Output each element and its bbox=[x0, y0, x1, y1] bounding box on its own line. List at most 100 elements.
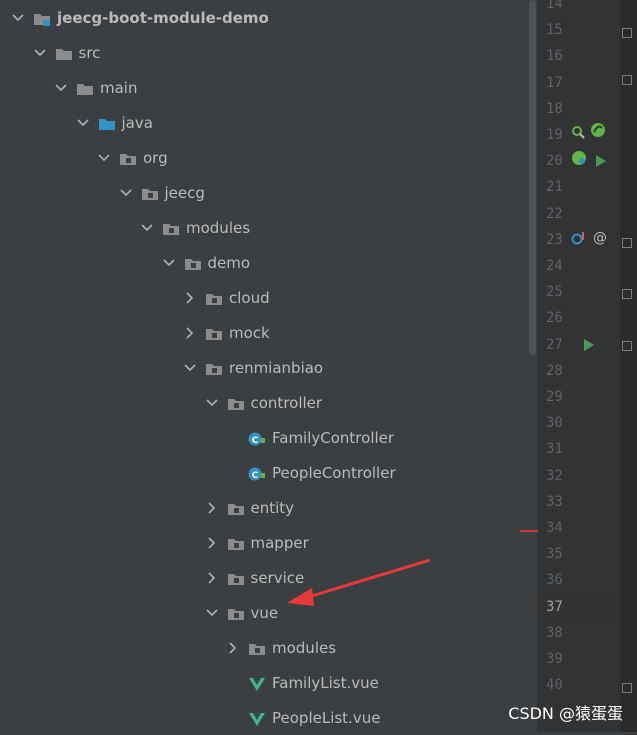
chevron-right-icon[interactable] bbox=[206, 501, 218, 514]
svg-text:C: C bbox=[252, 436, 259, 446]
line-number: 15 bbox=[546, 22, 563, 39]
line-number: 20 bbox=[546, 153, 563, 170]
package-folder-icon bbox=[205, 291, 223, 305]
line-number: 28 bbox=[546, 362, 563, 379]
run-icon[interactable] bbox=[583, 336, 595, 355]
line-number: 35 bbox=[546, 546, 563, 563]
fold-marker-icon[interactable] bbox=[622, 28, 632, 38]
line-number: 16 bbox=[546, 48, 563, 65]
tree-row-label: service bbox=[250, 568, 305, 587]
chevron-right-icon[interactable] bbox=[206, 536, 218, 549]
line-number: 40 bbox=[546, 677, 563, 694]
implements-icon[interactable] bbox=[571, 230, 587, 250]
line-number: 22 bbox=[546, 205, 563, 222]
line-number: 39 bbox=[546, 651, 563, 667]
line-number: 29 bbox=[546, 389, 563, 405]
chevron-down-icon[interactable] bbox=[205, 607, 218, 619]
run-icon[interactable] bbox=[595, 152, 607, 171]
fold-marker-icon[interactable] bbox=[622, 238, 632, 248]
tree-row-label: renmianbiao bbox=[229, 358, 324, 377]
line-number: 27 bbox=[546, 336, 563, 353]
java-class-icon: C bbox=[248, 466, 266, 481]
tree-row-label: src bbox=[78, 43, 101, 62]
tree-row-label: java bbox=[121, 113, 153, 132]
package-folder-icon bbox=[162, 221, 180, 235]
chevron-down-icon[interactable] bbox=[162, 257, 175, 269]
tree-row-label: org bbox=[143, 148, 168, 167]
tree-row-label: PeopleController bbox=[272, 463, 396, 482]
chevron-right-icon[interactable] bbox=[206, 571, 218, 584]
line-number: 37 bbox=[546, 598, 563, 615]
line-number: 26 bbox=[546, 310, 563, 327]
project-tree-panel: jeecg-boot-module-demo src main java org jeec… bbox=[0, 0, 527, 732]
chevron-down-icon[interactable] bbox=[98, 152, 110, 164]
chevron-down-icon[interactable] bbox=[141, 222, 153, 234]
line-number: 24 bbox=[546, 258, 563, 274]
line-number: 19 bbox=[546, 127, 563, 143]
spring-bean-icon[interactable] bbox=[590, 122, 606, 142]
tree-row-label: vue bbox=[250, 603, 279, 622]
fold-marker-icon[interactable] bbox=[622, 341, 632, 351]
tree-row-label: main bbox=[100, 78, 138, 97]
chevron-down-icon[interactable] bbox=[55, 82, 67, 94]
tree-row-label: FamilyList.vue bbox=[272, 673, 379, 692]
tree-row-label: FamilyController bbox=[272, 428, 395, 447]
line-number: 36 bbox=[546, 572, 563, 589]
line-number: 17 bbox=[546, 74, 563, 91]
fold-marker-icon[interactable] bbox=[622, 75, 632, 85]
package-folder-icon bbox=[141, 186, 159, 200]
tree-scrollbar-thumb[interactable] bbox=[529, 0, 536, 355]
line-number: 25 bbox=[546, 284, 563, 301]
inspect-bean-icon[interactable] bbox=[571, 124, 585, 143]
package-folder-icon bbox=[119, 151, 137, 165]
line-number: 38 bbox=[546, 624, 563, 641]
editor-content-edge bbox=[620, 0, 637, 732]
tree-row[interactable]: java bbox=[0, 105, 604, 140]
source-root-folder-icon bbox=[98, 116, 116, 130]
package-folder-icon bbox=[227, 606, 245, 620]
tree-row-label: jeecg-boot-module-demo bbox=[57, 8, 269, 27]
svg-text:C: C bbox=[252, 471, 259, 481]
chevron-right-icon[interactable] bbox=[184, 326, 196, 339]
tree-row-label: modules bbox=[186, 218, 251, 237]
tree-row[interactable]: src bbox=[0, 35, 561, 70]
folder-icon bbox=[55, 46, 73, 60]
chevron-right-icon[interactable] bbox=[184, 291, 196, 304]
tree-row-label: entity bbox=[250, 498, 295, 517]
tree-row[interactable]: jeecg-boot-module-demo bbox=[0, 0, 539, 35]
tree-row-label: modules bbox=[272, 638, 337, 657]
tree-row-label: jeecg bbox=[164, 183, 205, 202]
chevron-down-icon[interactable] bbox=[12, 12, 24, 24]
chevron-down-icon[interactable] bbox=[184, 362, 196, 374]
tree-row-label: demo bbox=[207, 253, 251, 272]
line-number: 34 bbox=[546, 520, 563, 536]
java-class-icon: C bbox=[248, 431, 266, 446]
chevron-down-icon[interactable] bbox=[119, 187, 132, 199]
line-number: 14 bbox=[546, 0, 563, 12]
annotation-icon[interactable]: @ bbox=[592, 229, 608, 249]
vue-file-icon bbox=[248, 676, 266, 691]
line-number: 33 bbox=[546, 493, 563, 510]
folder-icon bbox=[76, 81, 94, 95]
spring-config-icon[interactable] bbox=[571, 150, 587, 170]
package-folder-icon bbox=[227, 571, 245, 585]
fold-marker-icon[interactable] bbox=[622, 683, 632, 693]
line-number: 21 bbox=[546, 179, 563, 196]
chevron-down-icon[interactable] bbox=[205, 397, 218, 409]
svg-text:@: @ bbox=[593, 230, 607, 245]
vue-file-icon bbox=[248, 711, 266, 726]
chevron-down-icon[interactable] bbox=[76, 117, 89, 129]
line-number: 23 bbox=[546, 231, 563, 248]
chevron-right-icon[interactable] bbox=[227, 641, 239, 654]
tree-row-label: controller bbox=[250, 393, 323, 412]
package-folder-icon bbox=[184, 256, 202, 270]
line-number: 32 bbox=[546, 467, 563, 484]
fold-marker-icon[interactable] bbox=[622, 289, 632, 299]
tree-row-label: mapper bbox=[250, 533, 309, 552]
tree-row[interactable]: main bbox=[0, 70, 582, 105]
package-folder-icon bbox=[227, 396, 245, 410]
chevron-down-icon[interactable] bbox=[33, 47, 46, 59]
red-marker bbox=[520, 530, 538, 532]
package-folder-icon bbox=[248, 641, 266, 655]
package-folder-icon bbox=[205, 361, 223, 375]
